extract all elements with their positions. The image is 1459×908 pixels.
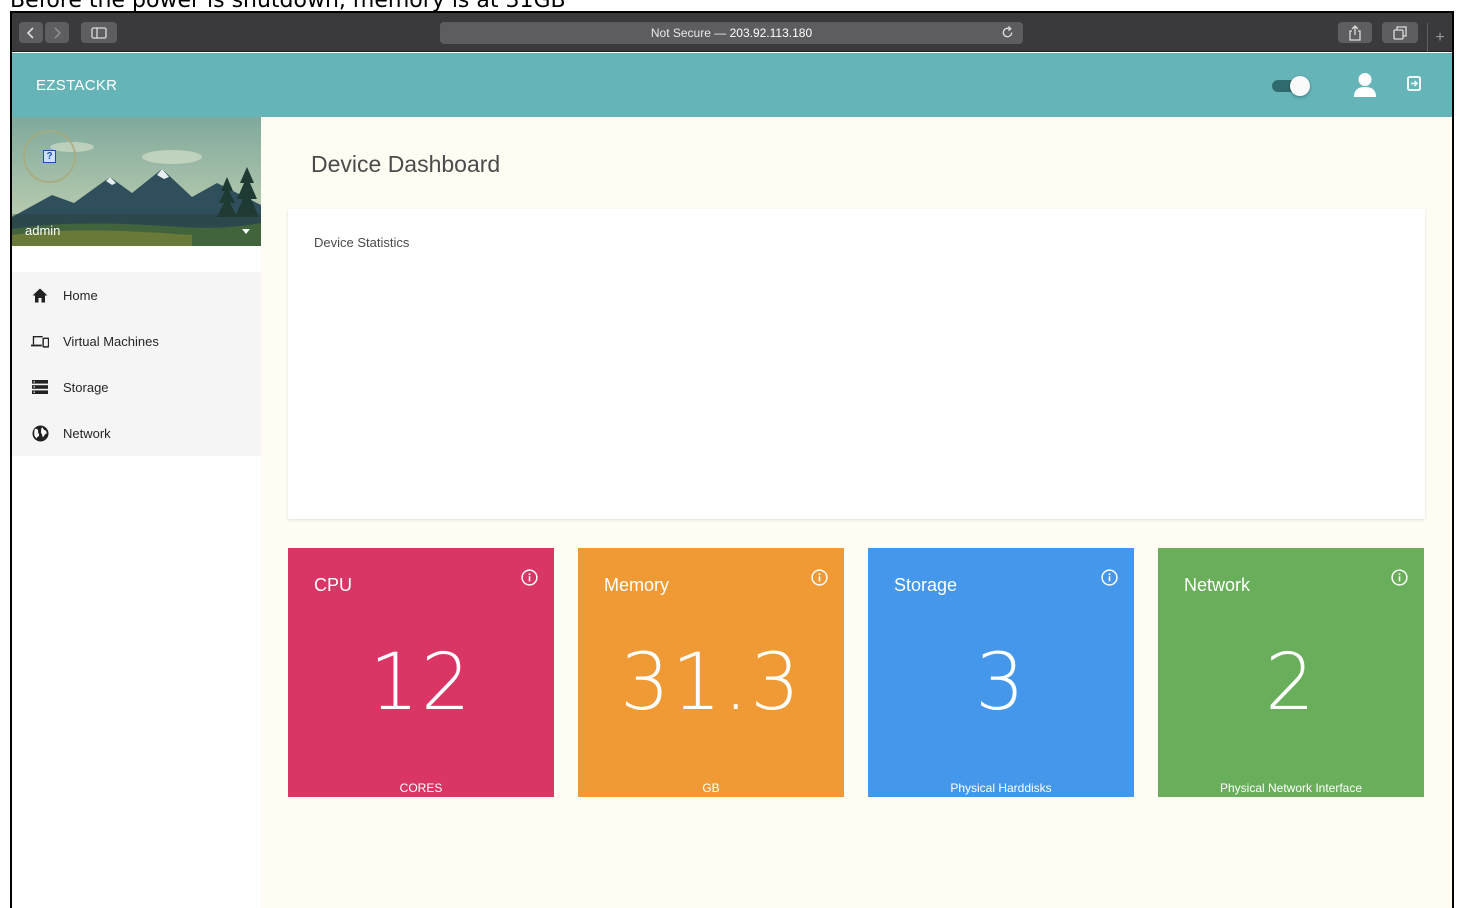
theme-toggle[interactable] bbox=[1272, 75, 1312, 96]
tile-unit: GB bbox=[702, 781, 720, 795]
chevron-right-icon bbox=[54, 26, 62, 39]
reload-button[interactable] bbox=[1001, 26, 1014, 44]
address-text: Not Secure — 203.92.113.180 bbox=[440, 26, 1023, 40]
tabs-icon bbox=[1393, 25, 1407, 40]
main-content: Device Dashboard Device Statistics CPU 1… bbox=[261, 117, 1452, 908]
sidebar-item-label: Home bbox=[63, 287, 98, 303]
sidebar-item-home[interactable]: Home bbox=[12, 272, 261, 318]
sidebar-toggle-button[interactable] bbox=[81, 22, 117, 43]
info-icon[interactable] bbox=[1101, 569, 1118, 591]
browser-window: Not Secure — 203.92.113.180 + EZSTACKR ?… bbox=[10, 11, 1454, 908]
caret-down-icon bbox=[242, 229, 250, 234]
sidebar-item-storage[interactable]: Storage bbox=[12, 364, 261, 410]
share-icon bbox=[1349, 24, 1361, 41]
address-host: 203.92.113.180 bbox=[729, 26, 813, 40]
app-header: EZSTACKR bbox=[12, 53, 1452, 117]
broken-image-icon: ? bbox=[43, 150, 56, 163]
devices-icon bbox=[31, 332, 49, 350]
tile-title: Storage bbox=[894, 575, 958, 595]
reload-icon bbox=[1002, 26, 1013, 38]
tile-title: Memory bbox=[604, 575, 670, 595]
page-title: Device Dashboard bbox=[311, 151, 501, 177]
brand-name[interactable]: EZSTACKR bbox=[36, 77, 117, 94]
storage-tile: Storage 3 Physical Harddisks bbox=[868, 548, 1134, 797]
card-title: Device Statistics bbox=[314, 235, 410, 250]
network-tile: Network 2 Physical Network Interface bbox=[1158, 548, 1424, 797]
tile-unit: Physical Harddisks bbox=[950, 781, 1052, 795]
sidebar-item-label: Storage bbox=[63, 379, 109, 395]
back-button[interactable] bbox=[19, 22, 43, 43]
address-security-label: Not Secure — bbox=[650, 26, 727, 40]
storage-icon bbox=[31, 378, 49, 396]
sidebar-item-virtual-machines[interactable]: Virtual Machines bbox=[12, 318, 261, 364]
tile-value: 12 bbox=[369, 638, 473, 728]
tile-unit: Physical Network Interface bbox=[1219, 781, 1363, 795]
avatar[interactable]: ? bbox=[23, 130, 76, 183]
sidebar-item-label: Network bbox=[63, 425, 111, 441]
tile-title: CPU bbox=[314, 575, 353, 595]
memory-tile: Memory 31.3 GB bbox=[578, 548, 844, 797]
logout-icon[interactable] bbox=[1407, 76, 1421, 96]
toggle-knob bbox=[1290, 76, 1310, 96]
address-bar[interactable]: Not Secure — 203.92.113.180 bbox=[440, 22, 1023, 44]
share-button[interactable] bbox=[1338, 22, 1372, 43]
tile-unit: CORES bbox=[399, 781, 443, 795]
device-statistics-card: Device Statistics bbox=[288, 209, 1425, 519]
sidebar: ? admin Home Virtual Machines Storage Ne… bbox=[12, 117, 261, 908]
chevron-left-icon bbox=[26, 26, 34, 39]
tabs-overview-button[interactable] bbox=[1382, 22, 1418, 43]
new-tab-button[interactable]: + bbox=[1427, 23, 1452, 52]
profile-username: admin bbox=[25, 223, 61, 238]
cpu-tile: CPU 12 CORES bbox=[288, 548, 554, 797]
user-icon[interactable] bbox=[1353, 72, 1377, 103]
info-icon[interactable] bbox=[521, 569, 538, 591]
tile-value: 3 bbox=[975, 638, 1027, 728]
tile-value: 31.3 bbox=[620, 638, 802, 728]
sidebar-item-network[interactable]: Network bbox=[12, 410, 261, 456]
sidebar-icon bbox=[91, 26, 107, 39]
profile-bar[interactable]: admin bbox=[12, 214, 261, 246]
forward-button[interactable] bbox=[45, 22, 69, 43]
globe-icon bbox=[31, 424, 49, 442]
info-icon[interactable] bbox=[1391, 569, 1408, 591]
sidebar-nav: Home Virtual Machines Storage Network bbox=[12, 272, 261, 456]
browser-toolbar: Not Secure — 203.92.113.180 + bbox=[12, 13, 1452, 52]
sidebar-item-label: Virtual Machines bbox=[63, 333, 159, 349]
tile-title: Network bbox=[1184, 575, 1251, 595]
tile-value: 2 bbox=[1265, 638, 1317, 728]
home-icon bbox=[31, 286, 49, 304]
profile-header: ? admin bbox=[12, 117, 261, 246]
info-icon[interactable] bbox=[811, 569, 828, 591]
